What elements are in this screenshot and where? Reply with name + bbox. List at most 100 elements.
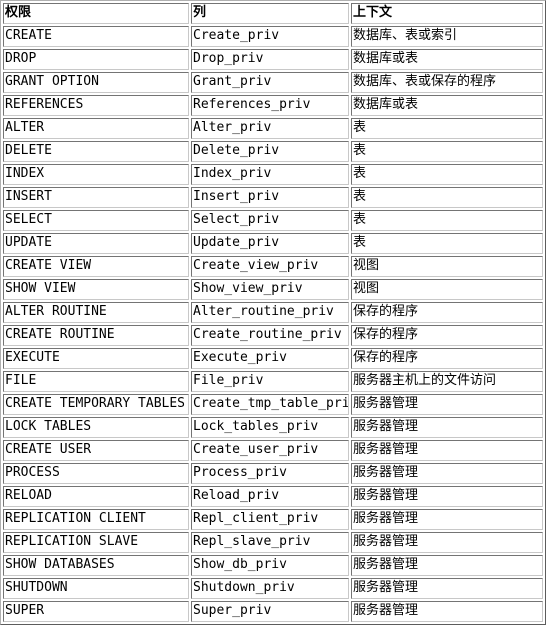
cell-column: Create_tmp_table_priv [191, 394, 349, 415]
cell-column: References_priv [191, 95, 349, 116]
table-header: 权限 列 上下文 [3, 3, 543, 24]
cell-column: Alter_routine_priv [191, 302, 349, 323]
table-row: FILE File_priv 服务器主机上的文件访问 [3, 371, 543, 392]
table-row: CREATE ROUTINE Create_routine_priv 保存的程序 [3, 325, 543, 346]
cell-privilege: FILE [3, 371, 189, 392]
cell-context: 数据库或表 [351, 49, 543, 70]
table-row: RELOAD Reload_priv 服务器管理 [3, 486, 543, 507]
table-row: INDEX Index_priv 表 [3, 164, 543, 185]
cell-context: 保存的程序 [351, 348, 543, 369]
cell-privilege: PROCESS [3, 463, 189, 484]
cell-column: Alter_priv [191, 118, 349, 139]
cell-privilege: GRANT OPTION [3, 72, 189, 93]
cell-privilege: ALTER [3, 118, 189, 139]
cell-column: Insert_priv [191, 187, 349, 208]
cell-context: 服务器管理 [351, 601, 543, 622]
cell-context: 数据库、表或保存的程序 [351, 72, 543, 93]
cell-privilege: CREATE VIEW [3, 256, 189, 277]
cell-column: Create_user_priv [191, 440, 349, 461]
cell-privilege: INSERT [3, 187, 189, 208]
cell-context: 服务器管理 [351, 440, 543, 461]
cell-column: Process_priv [191, 463, 349, 484]
cell-privilege: CREATE [3, 26, 189, 47]
cell-context: 服务器管理 [351, 486, 543, 507]
cell-privilege: SHOW DATABASES [3, 555, 189, 576]
table-row: SELECT Select_priv 表 [3, 210, 543, 231]
cell-privilege: EXECUTE [3, 348, 189, 369]
cell-column: Shutdown_priv [191, 578, 349, 599]
cell-privilege: SHOW VIEW [3, 279, 189, 300]
cell-context: 服务器管理 [351, 463, 543, 484]
table-row: GRANT OPTION Grant_priv 数据库、表或保存的程序 [3, 72, 543, 93]
table-row: REPLICATION CLIENT Repl_client_priv 服务器管理 [3, 509, 543, 530]
cell-context: 服务器管理 [351, 394, 543, 415]
cell-context: 保存的程序 [351, 325, 543, 346]
cell-context: 表 [351, 118, 543, 139]
cell-column: Repl_slave_priv [191, 532, 349, 553]
cell-context: 服务器管理 [351, 532, 543, 553]
cell-context: 服务器主机上的文件访问 [351, 371, 543, 392]
table-row: SHOW VIEW Show_view_priv 视图 [3, 279, 543, 300]
cell-context: 表 [351, 233, 543, 254]
cell-privilege: SELECT [3, 210, 189, 231]
table-row: DELETE Delete_priv 表 [3, 141, 543, 162]
cell-column: Update_priv [191, 233, 349, 254]
table-row: DROP Drop_priv 数据库或表 [3, 49, 543, 70]
column-header-context: 上下文 [351, 3, 543, 24]
cell-privilege: RELOAD [3, 486, 189, 507]
cell-context: 表 [351, 141, 543, 162]
table-row: ALTER ROUTINE Alter_routine_priv 保存的程序 [3, 302, 543, 323]
cell-privilege: SHUTDOWN [3, 578, 189, 599]
cell-column: Execute_priv [191, 348, 349, 369]
cell-privilege: CREATE ROUTINE [3, 325, 189, 346]
cell-column: File_priv [191, 371, 349, 392]
table-row: CREATE TEMPORARY TABLES Create_tmp_table_… [3, 394, 543, 415]
table-row: CREATE Create_priv 数据库、表或索引 [3, 26, 543, 47]
table-row: LOCK TABLES Lock_tables_priv 服务器管理 [3, 417, 543, 438]
cell-column: Create_routine_priv [191, 325, 349, 346]
table-row: ALTER Alter_priv 表 [3, 118, 543, 139]
column-header-privilege: 权限 [3, 3, 189, 24]
cell-column: Show_db_priv [191, 555, 349, 576]
cell-context: 服务器管理 [351, 555, 543, 576]
cell-context: 表 [351, 187, 543, 208]
cell-column: Lock_tables_priv [191, 417, 349, 438]
cell-column: Select_priv [191, 210, 349, 231]
cell-context: 视图 [351, 279, 543, 300]
cell-context: 服务器管理 [351, 509, 543, 530]
column-header-column: 列 [191, 3, 349, 24]
table-row: REFERENCES References_priv 数据库或表 [3, 95, 543, 116]
cell-column: Repl_client_priv [191, 509, 349, 530]
cell-context: 服务器管理 [351, 578, 543, 599]
cell-column: Create_priv [191, 26, 349, 47]
cell-context: 保存的程序 [351, 302, 543, 323]
table-header-row: 权限 列 上下文 [3, 3, 543, 24]
cell-privilege: ALTER ROUTINE [3, 302, 189, 323]
table-row: SHOW DATABASES Show_db_priv 服务器管理 [3, 555, 543, 576]
table-row: SHUTDOWN Shutdown_priv 服务器管理 [3, 578, 543, 599]
table-row: REPLICATION SLAVE Repl_slave_priv 服务器管理 [3, 532, 543, 553]
table-row: SUPER Super_priv 服务器管理 [3, 601, 543, 622]
cell-context: 数据库、表或索引 [351, 26, 543, 47]
table-row: UPDATE Update_priv 表 [3, 233, 543, 254]
cell-column: Index_priv [191, 164, 349, 185]
cell-column: Drop_priv [191, 49, 349, 70]
cell-privilege: DELETE [3, 141, 189, 162]
table-row: CREATE VIEW Create_view_priv 视图 [3, 256, 543, 277]
cell-column: Delete_priv [191, 141, 349, 162]
cell-context: 表 [351, 210, 543, 231]
cell-privilege: REPLICATION SLAVE [3, 532, 189, 553]
cell-privilege: CREATE TEMPORARY TABLES [3, 394, 189, 415]
cell-context: 数据库或表 [351, 95, 543, 116]
cell-context: 表 [351, 164, 543, 185]
cell-column: Create_view_priv [191, 256, 349, 277]
table-body: CREATE Create_priv 数据库、表或索引 DROP Drop_priv 数据… [3, 26, 543, 622]
table-row: INSERT Insert_priv 表 [3, 187, 543, 208]
table-row: CREATE USER Create_user_priv 服务器管理 [3, 440, 543, 461]
cell-column: Reload_priv [191, 486, 349, 507]
cell-column: Grant_priv [191, 72, 349, 93]
cell-context: 视图 [351, 256, 543, 277]
cell-privilege: REFERENCES [3, 95, 189, 116]
cell-privilege: INDEX [3, 164, 189, 185]
cell-privilege: SUPER [3, 601, 189, 622]
